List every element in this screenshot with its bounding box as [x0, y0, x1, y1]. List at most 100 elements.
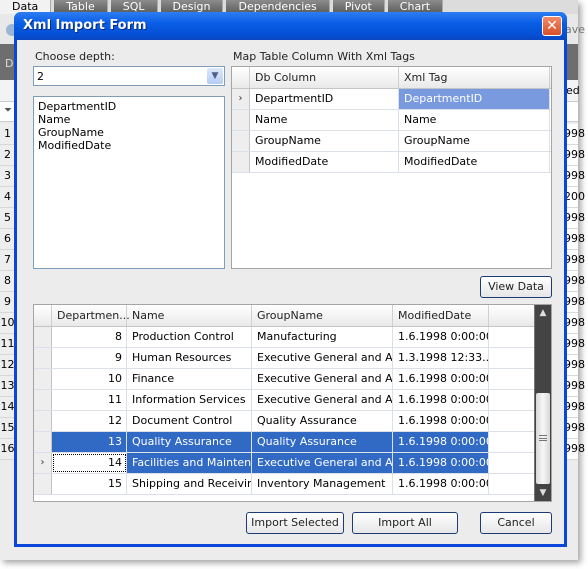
department-id-cell[interactable]: 15 — [52, 474, 127, 494]
date-fragment: 998 — [564, 253, 585, 266]
name-cell[interactable]: Document Control — [127, 411, 252, 431]
db-column-cell[interactable]: GroupName — [250, 131, 399, 151]
modified-date-cell[interactable]: 1.3.1998 12:33... — [393, 348, 489, 368]
group-name-cell[interactable]: Quality Assurance — [252, 411, 393, 431]
row-selector[interactable]: › — [34, 453, 52, 473]
column-header-name[interactable]: Name — [127, 305, 252, 326]
modified-date-cell[interactable]: 1.6.1998 0:00:00 — [393, 474, 489, 494]
name-cell[interactable]: Facilities and Mainten... — [127, 453, 252, 473]
date-fragment: 998 — [564, 358, 585, 371]
table-row[interactable]: 11 Information Services Executive General … — [34, 390, 551, 411]
xml-import-dialog: Xml Import Form ✕ Choose depth: 2 ▼ Depa… — [14, 12, 567, 547]
department-id-cell[interactable]: 8 — [52, 327, 127, 347]
view-data-button[interactable]: View Data — [480, 276, 552, 298]
date-fragment: 998 — [564, 148, 585, 161]
row-selector[interactable] — [34, 432, 52, 452]
choose-depth-label: Choose depth: — [35, 50, 115, 63]
department-id-cell[interactable]: 11 — [52, 390, 127, 410]
modified-date-cell[interactable]: 1.6.1998 0:00:00 — [393, 411, 489, 431]
group-name-cell[interactable]: Executive General and A... — [252, 453, 393, 473]
modified-date-cell[interactable]: 1.6.1998 0:00:00 — [393, 453, 489, 473]
column-header-groupname[interactable]: GroupName — [252, 305, 393, 326]
cancel-button[interactable]: Cancel — [480, 512, 552, 534]
row-selector[interactable] — [34, 348, 52, 368]
db-column-cell[interactable]: Name — [250, 110, 399, 130]
name-cell[interactable]: Quality Assurance — [127, 432, 252, 452]
column-mapping-grid[interactable]: Db Column Xml Tag › DepartmentID Departmen… — [231, 66, 552, 269]
row-selector[interactable] — [232, 152, 250, 172]
modified-date-cell[interactable]: 1.6.1998 0:00:00 — [393, 327, 489, 347]
data-grid-header: Departmen... Name GroupName ModifiedDate — [34, 305, 551, 327]
row-selector[interactable] — [34, 390, 52, 410]
db-column-cell[interactable]: DepartmentID — [250, 89, 399, 109]
list-item[interactable]: ModifiedDate — [38, 139, 220, 152]
import-all-button[interactable]: Import All — [352, 512, 458, 534]
scrollbar-thumb[interactable] — [536, 393, 550, 484]
modified-date-cell[interactable]: 1.6.1998 0:00:00 — [393, 390, 489, 410]
group-name-cell[interactable]: Executive General and A... — [252, 390, 393, 410]
department-id-cell[interactable]: 14 — [52, 453, 127, 473]
column-header-db-column[interactable]: Db Column — [250, 67, 399, 88]
scroll-up-arrow-icon[interactable]: ▲ — [535, 305, 551, 321]
table-row[interactable]: 8 Production Control Manufacturing 1.6.1998… — [34, 327, 551, 348]
list-item[interactable]: Name — [38, 113, 220, 126]
table-row[interactable]: › 14 Facilities and Mainten... Executive Ge… — [34, 453, 551, 474]
mapping-row[interactable]: ModifiedDate ModifiedDate — [232, 152, 551, 173]
table-row[interactable]: 12 Document Control Quality Assurance 1.6.1… — [34, 411, 551, 432]
group-name-cell[interactable]: Executive General and A... — [252, 369, 393, 389]
xml-tags-list[interactable]: DepartmentID Name GroupName ModifiedDate — [33, 96, 225, 269]
row-selector[interactable] — [232, 110, 250, 130]
xml-tag-cell[interactable]: ModifiedDate — [399, 152, 550, 172]
row-header-corner — [232, 67, 250, 88]
dialog-titlebar[interactable]: Xml Import Form ✕ — [14, 12, 567, 40]
column-header-xml-tag[interactable]: Xml Tag — [399, 67, 550, 88]
list-item[interactable]: DepartmentID — [38, 100, 220, 113]
save-button-fragment[interactable]: ave — [565, 23, 585, 36]
table-row[interactable]: 13 Quality Assurance Quality Assurance 1.6.… — [34, 432, 551, 453]
group-name-cell[interactable]: Executive General and A... — [252, 348, 393, 368]
row-selector[interactable]: › — [232, 89, 250, 109]
column-header-fragment: ed — [566, 84, 580, 97]
data-preview-grid[interactable]: Departmen... Name GroupName ModifiedDate… — [33, 304, 552, 502]
table-row[interactable]: 9 Human Resources Executive General and A.… — [34, 348, 551, 369]
import-selected-button[interactable]: Import Selected — [246, 512, 344, 534]
row-selector[interactable] — [34, 474, 52, 494]
scroll-down-arrow-icon[interactable]: ▼ — [535, 485, 551, 501]
department-id-cell[interactable]: 13 — [52, 432, 127, 452]
table-row[interactable]: 10 Finance Executive General and A... 1.6.1… — [34, 369, 551, 390]
db-column-cell[interactable]: ModifiedDate — [250, 152, 399, 172]
column-header-modifieddate[interactable]: ModifiedDate — [393, 305, 489, 326]
mapping-row[interactable]: › DepartmentID DepartmentID — [232, 89, 551, 110]
name-cell[interactable]: Shipping and Receiving — [127, 474, 252, 494]
list-item[interactable]: GroupName — [38, 126, 220, 139]
mapping-row[interactable]: GroupName GroupName — [232, 131, 551, 152]
row-selector[interactable] — [34, 369, 52, 389]
close-button[interactable]: ✕ — [542, 16, 562, 36]
name-cell[interactable]: Finance — [127, 369, 252, 389]
mapping-row[interactable]: Name Name — [232, 110, 551, 131]
column-header-departmentid[interactable]: Departmen... — [52, 305, 130, 326]
group-name-cell[interactable]: Manufacturing — [252, 327, 393, 347]
group-name-cell[interactable]: Inventory Management — [252, 474, 393, 494]
department-id-cell[interactable]: 12 — [52, 411, 127, 431]
filter-icon[interactable]: ⏷ — [4, 105, 12, 116]
name-cell[interactable]: Production Control — [127, 327, 252, 347]
depth-select[interactable]: 2 ▼ — [33, 66, 225, 86]
name-cell[interactable]: Human Resources — [127, 348, 252, 368]
xml-tag-cell[interactable]: Name — [399, 110, 550, 130]
department-id-cell[interactable]: 9 — [52, 348, 127, 368]
xml-tag-cell[interactable]: DepartmentID — [399, 89, 550, 109]
chevron-down-icon[interactable]: ▼ — [207, 68, 223, 84]
table-row[interactable]: 15 Shipping and Receiving Inventory Manage… — [34, 474, 551, 495]
vertical-scrollbar[interactable]: ▲ ▼ — [534, 305, 551, 501]
modified-date-cell[interactable]: 1.6.1998 0:00:00 — [393, 432, 489, 452]
department-id-cell[interactable]: 10 — [52, 369, 127, 389]
row-selector[interactable] — [232, 131, 250, 151]
row-selector[interactable] — [34, 411, 52, 431]
row-selector[interactable] — [34, 327, 52, 347]
group-name-cell[interactable]: Quality Assurance — [252, 432, 393, 452]
name-cell[interactable]: Information Services — [127, 390, 252, 410]
modified-date-cell[interactable]: 1.6.1998 0:00:00 — [393, 369, 489, 389]
xml-tag-cell[interactable]: GroupName — [399, 131, 550, 151]
date-fragment: 200 — [564, 190, 585, 203]
